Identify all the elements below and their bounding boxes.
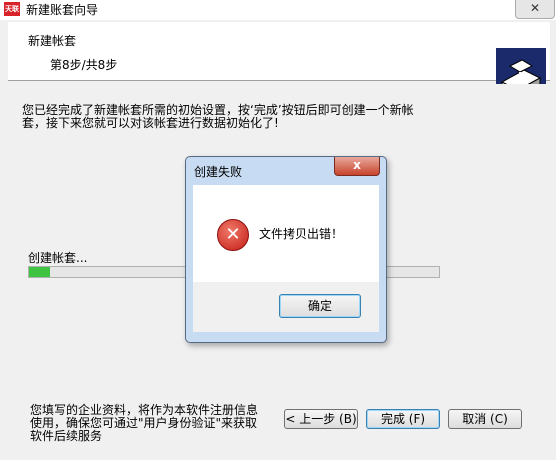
- title-bar: 天联 新建账套向导 ✕: [0, 0, 556, 20]
- ok-button[interactable]: 确定: [279, 294, 361, 318]
- error-message: 文件拷贝出错！: [259, 227, 344, 241]
- completion-message: 您已经完成了新建帐套所需的初始设置，按‘完成’按钮后即可创建一个新帐套，接下来您…: [22, 103, 414, 130]
- dialog-body: ✕ 文件拷贝出错！: [193, 185, 379, 282]
- prev-button[interactable]: < 上一步 (B): [284, 409, 358, 429]
- progress-fill: [29, 267, 50, 277]
- dialog-close-button[interactable]: x: [334, 157, 380, 176]
- error-icon: ✕: [217, 219, 249, 251]
- window-title: 新建账套向导: [26, 3, 99, 17]
- wizard-header: 新建帐套 第8步/共8步: [8, 22, 550, 98]
- app-logo-icon: 天联: [4, 2, 20, 16]
- footer-note: 您填写的企业资料，将作为本软件注册信息使用，确保您可通过"用户身份验证"来获取软…: [30, 403, 259, 443]
- dialog-title: 创建失败: [194, 165, 243, 179]
- window-close-button[interactable]: ✕: [515, 0, 555, 19]
- progress-label: 创建帐套...: [28, 251, 88, 265]
- step-indicator: 第8步/共8步: [50, 58, 118, 72]
- header-title: 新建帐套: [28, 34, 77, 48]
- cancel-button[interactable]: 取消 (C): [448, 409, 522, 429]
- finish-button[interactable]: 完成 (F): [366, 409, 440, 429]
- error-dialog: 创建失败 x ✕ 文件拷贝出错！ 确定: [185, 156, 387, 343]
